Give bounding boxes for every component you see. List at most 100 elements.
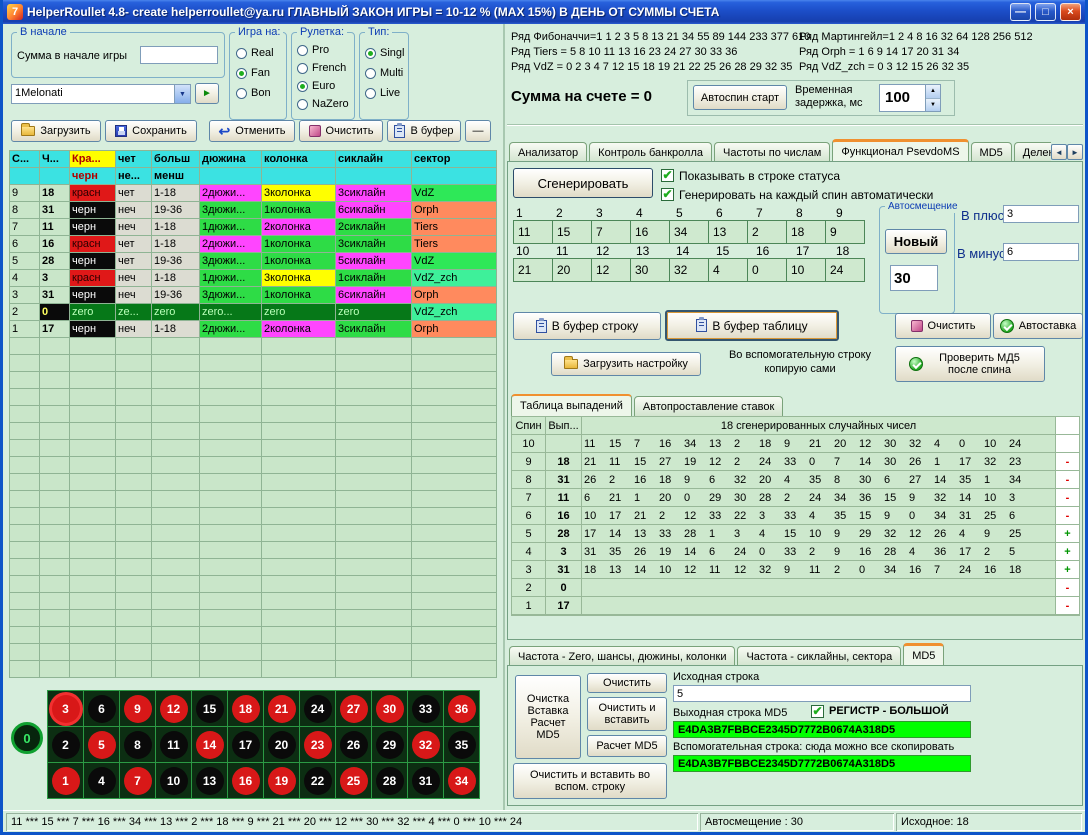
md5-big-button[interactable]: Очистка Вставка Расчет MD5: [515, 675, 581, 759]
radio-euro[interactable]: Euro: [297, 78, 335, 94]
board-cell-22[interactable]: 22: [300, 763, 335, 798]
board-cell-35[interactable]: 35: [444, 727, 479, 762]
autoshift-value[interactable]: 30: [890, 265, 938, 291]
board-cell-3[interactable]: 3: [48, 691, 83, 726]
table-row[interactable]: 711черннеч1-181дюжи...2колонка2сиклайнTi…: [10, 219, 497, 236]
tab-frequencies[interactable]: Частоты по числам: [714, 142, 830, 162]
spins-row[interactable]: 117-: [512, 597, 1079, 615]
radio-fan[interactable]: Fan: [236, 65, 270, 81]
close-button[interactable]: ×: [1060, 3, 1081, 21]
spins-row[interactable]: 711621120029302822434361593214103-: [512, 489, 1079, 507]
md5-calc-button[interactable]: Расчет MD5: [587, 735, 667, 757]
freqtab-sixlines[interactable]: Частота - сиклайны, сектора: [737, 646, 901, 666]
grid-value-cell[interactable]: 32: [669, 258, 709, 282]
board-cell-29[interactable]: 29: [372, 727, 407, 762]
grid-value-cell[interactable]: 4: [708, 258, 748, 282]
radio-french[interactable]: French: [297, 60, 346, 76]
grid-value-cell[interactable]: 18: [786, 220, 826, 244]
load-settings-button[interactable]: Загрузить настройку: [551, 352, 701, 376]
board-cell-11[interactable]: 11: [156, 727, 191, 762]
checkbox-show-status[interactable]: ✔Показывать в строке статуса: [661, 169, 840, 183]
clear-gen-button[interactable]: Очистить: [895, 313, 991, 339]
board-cell-30[interactable]: 30: [372, 691, 407, 726]
chevron-down-icon[interactable]: ▼: [174, 85, 190, 103]
subtab-results[interactable]: Таблица выпадений: [511, 394, 632, 416]
md5-source-input[interactable]: [673, 685, 971, 702]
board-cell-31[interactable]: 31: [408, 763, 443, 798]
grid-value-cell[interactable]: 2: [747, 220, 787, 244]
grid-value-cell[interactable]: 0: [747, 258, 787, 282]
autospin-button[interactable]: Автоспин старт: [693, 85, 787, 110]
minimize-button[interactable]: —: [1010, 3, 1031, 21]
play-button[interactable]: ►: [195, 83, 219, 104]
table-row[interactable]: 918краснчет1-182дюжи...3колонка3сиклайнV…: [10, 185, 497, 202]
md5-clear-paste-aux-button[interactable]: Очистить и вставить во вспом. строку: [513, 763, 667, 799]
board-cell-2[interactable]: 2: [48, 727, 83, 762]
radio-nazero[interactable]: NaZero: [297, 96, 349, 112]
freqtab-md5[interactable]: MD5: [903, 643, 944, 666]
table-row[interactable]: 331черннеч19-363дюжи...1колонка6сиклайнO…: [10, 287, 497, 304]
board-cell-32[interactable]: 32: [408, 727, 443, 762]
tab-bankroll[interactable]: Контроль банкролла: [589, 142, 712, 162]
plus-input[interactable]: [1003, 205, 1079, 223]
board-cell-33[interactable]: 33: [408, 691, 443, 726]
board-cell-1[interactable]: 1: [48, 763, 83, 798]
new-button[interactable]: Новый: [885, 229, 947, 254]
board-cell-6[interactable]: 6: [84, 691, 119, 726]
radio-live[interactable]: Live: [365, 85, 400, 101]
grid-value-cell[interactable]: 21: [513, 258, 553, 282]
spins-row[interactable]: 101115716341321892120123032401024: [512, 435, 1079, 453]
board-cell-16[interactable]: 16: [228, 763, 263, 798]
grid-value-cell[interactable]: 16: [630, 220, 670, 244]
table-row[interactable]: 616краснчет1-182дюжи...1колонка3сиклайнT…: [10, 236, 497, 253]
spins-row[interactable]: 83126216189632204358306271435134-: [512, 471, 1079, 489]
board-cell-9[interactable]: 9: [120, 691, 155, 726]
undo-button[interactable]: ↩Отменить: [209, 120, 295, 142]
checkbox-uppercase[interactable]: ✔РЕГИСТР - БОЛЬШОЙ: [811, 705, 949, 718]
grid-value-cell[interactable]: 30: [630, 258, 670, 282]
board-cell-21[interactable]: 21: [264, 691, 299, 726]
board-cell-34[interactable]: 34: [444, 763, 479, 798]
grid-value-cell[interactable]: 7: [591, 220, 631, 244]
board-cell-4[interactable]: 4: [84, 763, 119, 798]
grid-value-cell[interactable]: 11: [513, 220, 553, 244]
spins-row[interactable]: 33118131410121112329112034167241618+: [512, 561, 1079, 579]
spins-row[interactable]: 616101721212332233343515903431256-: [512, 507, 1079, 525]
clear-button[interactable]: Очистить: [299, 120, 383, 142]
md5-aux-value[interactable]: E4DA3B7FBBCE2345D7772B0674A318D5: [673, 755, 971, 772]
load-button[interactable]: Загрузить: [11, 120, 101, 142]
spins-row[interactable]: 528171413332813415109293212264925+: [512, 525, 1079, 543]
board-cell-28[interactable]: 28: [372, 763, 407, 798]
preset-select[interactable]: 1Melonati ▼: [11, 84, 191, 104]
spins-row[interactable]: 4331352619146240332916284361725+: [512, 543, 1079, 561]
table-row[interactable]: 43красннеч1-181дюжи...3колонка1сиклайнVd…: [10, 270, 497, 287]
save-button[interactable]: Сохранить: [105, 120, 197, 142]
board-cell-12[interactable]: 12: [156, 691, 191, 726]
md5-clear-paste-button[interactable]: Очистить и вставить: [587, 697, 667, 731]
board-cell-5[interactable]: 5: [84, 727, 119, 762]
spinner-down-icon[interactable]: ▼: [926, 99, 940, 112]
grid-value-cell[interactable]: 9: [825, 220, 865, 244]
radio-singl[interactable]: Singl: [365, 45, 404, 61]
radio-real[interactable]: Real: [236, 45, 274, 61]
board-cell-17[interactable]: 17: [228, 727, 263, 762]
board-cell-15[interactable]: 15: [192, 691, 227, 726]
grid-value-cell[interactable]: 34: [669, 220, 709, 244]
radio-bon[interactable]: Bon: [236, 85, 271, 101]
generate-button[interactable]: Сгенерировать: [513, 168, 653, 198]
minus-input[interactable]: [1003, 243, 1079, 261]
tab-md5[interactable]: MD5: [971, 142, 1012, 162]
delay-spinner[interactable]: 100 ▲ ▼: [879, 84, 941, 112]
grid-value-cell[interactable]: 24: [825, 258, 865, 282]
board-cell-36[interactable]: 36: [444, 691, 479, 726]
table-row[interactable]: 528чернчет19-363дюжи...1колонка5сиклайнV…: [10, 253, 497, 270]
autobet-button[interactable]: Автоставка: [993, 313, 1083, 339]
board-cell-26[interactable]: 26: [336, 727, 371, 762]
table-row[interactable]: 20zeroze...zerozero...zerozeroVdZ_zch: [10, 304, 497, 321]
md5-clear-button[interactable]: Очистить: [587, 673, 667, 693]
table-row[interactable]: 117черннеч1-182дюжи...2колонка3сиклайнOr…: [10, 321, 497, 338]
radio-multi[interactable]: Multi: [365, 65, 403, 81]
spins-row[interactable]: 91821111527191222433071430261173223-: [512, 453, 1079, 471]
collapse-button[interactable]: —: [465, 120, 491, 142]
board-cell-14[interactable]: 14: [192, 727, 227, 762]
